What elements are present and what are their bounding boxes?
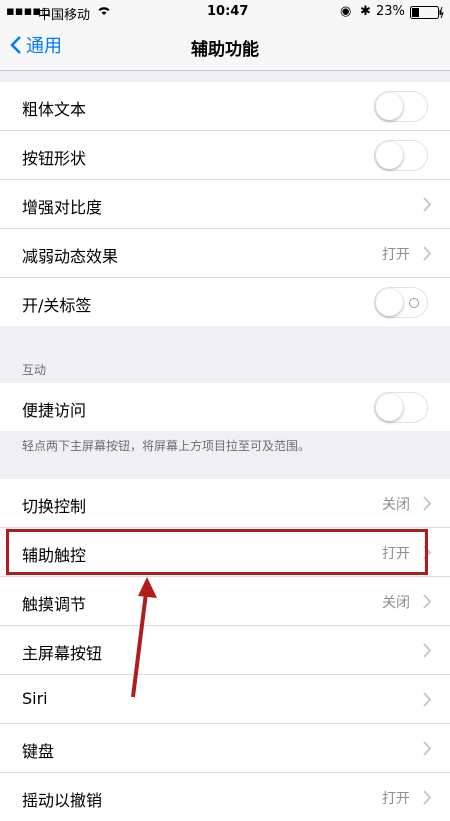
row-value: 关闭 — [382, 497, 410, 513]
row-label: 减弱动态效果 — [22, 247, 119, 266]
row-value: 关闭 — [382, 595, 410, 611]
bluetooth-icon: ✱ — [360, 4, 371, 19]
carrier-label: 中国移动 — [38, 8, 91, 23]
row-label: Siri — [22, 689, 48, 708]
row-label: 增强对比度 — [22, 198, 103, 217]
orientation-lock-icon: ◉ — [340, 4, 352, 19]
chevron-right-icon — [423, 741, 432, 756]
row-label: 切换控制 — [22, 497, 87, 516]
row-home-button[interactable]: 主屏幕按钮 — [0, 626, 450, 675]
row-label: 摇动以撤销 — [22, 791, 103, 810]
row-keyboard[interactable]: 键盘 — [0, 724, 450, 773]
row-value: 打开 — [382, 247, 410, 263]
row-shake-to-undo[interactable]: 摇动以撤销 打开 — [0, 773, 450, 821]
row-switch-control[interactable]: 切换控制 关闭 — [0, 479, 450, 528]
chevron-right-icon — [423, 692, 432, 707]
chevron-right-icon — [423, 790, 432, 805]
row-label: 粗体文本 — [22, 100, 87, 119]
chevron-right-icon — [423, 197, 432, 212]
row-label: 主屏幕按钮 — [22, 644, 103, 663]
bold-text-toggle[interactable] — [374, 91, 428, 122]
battery-percent: 23% — [376, 4, 405, 19]
button-shapes-toggle[interactable] — [374, 140, 428, 171]
row-on-off-labels[interactable]: 开/关标签 — [0, 278, 450, 326]
section-header-interaction: 互动 — [22, 363, 47, 377]
row-touch-accommodations[interactable]: 触摸调节 关闭 — [0, 577, 450, 626]
interaction-group: 便捷访问 — [0, 383, 450, 431]
chevron-right-icon — [423, 643, 432, 658]
row-label: 触摸调节 — [22, 595, 87, 614]
chevron-right-icon — [423, 594, 432, 609]
row-label: 开/关标签 — [22, 296, 92, 315]
row-increase-contrast[interactable]: 增强对比度 — [0, 180, 450, 229]
status-bar: ▪▪▪▪▫ 中国移动 10:47 ◉ ✱ 23% — [0, 0, 450, 24]
row-label: 键盘 — [22, 742, 55, 761]
on-off-labels-toggle[interactable] — [374, 287, 428, 318]
row-reachability[interactable]: 便捷访问 — [0, 383, 450, 431]
reachability-toggle[interactable] — [374, 392, 428, 423]
battery-icon — [410, 6, 444, 23]
row-button-shapes[interactable]: 按钮形状 — [0, 131, 450, 180]
row-label: 便捷访问 — [22, 401, 87, 420]
row-siri[interactable]: Siri — [0, 675, 450, 724]
chevron-right-icon — [423, 496, 432, 511]
chevron-right-icon — [423, 246, 432, 261]
display-settings-group: 粗体文本 按钮形状 增强对比度 减弱动态效果 打开 开/关标签 — [0, 82, 450, 326]
wifi-icon — [96, 4, 112, 20]
row-reduce-motion[interactable]: 减弱动态效果 打开 — [0, 229, 450, 278]
row-value: 打开 — [382, 791, 410, 807]
clock: 10:47 — [207, 4, 249, 19]
highlight-box — [6, 529, 428, 575]
reachability-footer: 轻点两下主屏幕按钮，将屏幕上方项目拉至可及范围。 — [22, 439, 311, 453]
row-bold-text[interactable]: 粗体文本 — [0, 82, 450, 131]
page-title: 辅助功能 — [191, 40, 259, 60]
navigation-bar: 通用 辅助功能 — [0, 24, 450, 71]
row-label: 按钮形状 — [22, 149, 87, 168]
